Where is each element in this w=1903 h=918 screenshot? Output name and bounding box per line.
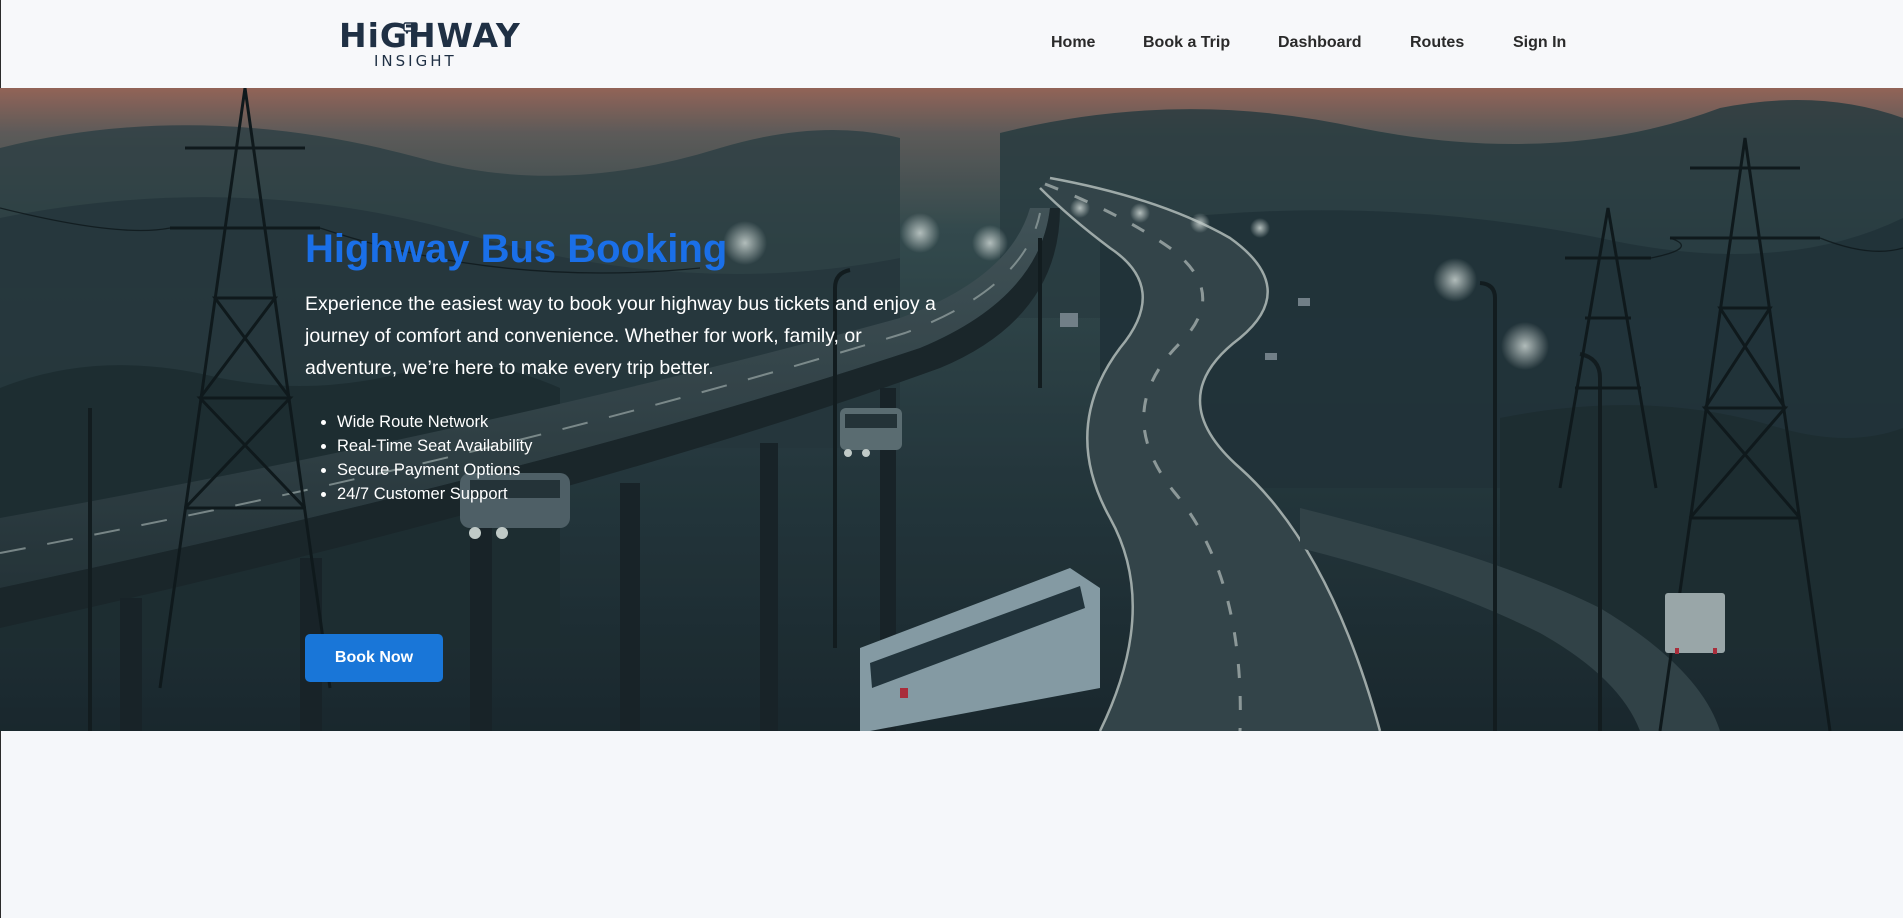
book-now-button[interactable]: Book Now — [305, 634, 443, 682]
nav-sign-in[interactable]: Sign In — [1513, 33, 1566, 53]
nav-book-a-trip[interactable]: Book a Trip — [1143, 33, 1230, 53]
feature-list: Wide Route Network Real-Time Seat Availa… — [305, 410, 955, 506]
logo-wordmark: HiGHWAY — [339, 16, 521, 55]
logo[interactable]: HiGHWAY INSIGHT — [339, 18, 520, 72]
page: HiGHWAY INSIGHT Home Book a Trip Dashboa… — [0, 0, 1903, 918]
hero-section: Highway Bus Booking Experience the easie… — [0, 88, 1903, 731]
feature-item: Secure Payment Options — [337, 458, 955, 482]
nav-routes[interactable]: Routes — [1410, 33, 1464, 53]
hero-title: Highway Bus Booking — [305, 227, 728, 271]
hero-content: Highway Bus Booking Experience the easie… — [305, 226, 955, 682]
hero-description: Experience the easiest way to book your … — [305, 293, 936, 379]
nav-dashboard[interactable]: Dashboard — [1278, 33, 1362, 53]
content-area — [0, 731, 1903, 918]
bus-logo-icon — [403, 22, 418, 34]
feature-item: Wide Route Network — [337, 410, 955, 434]
feature-item: Real-Time Seat Availability — [337, 434, 955, 458]
feature-item: 24/7 Customer Support — [337, 482, 955, 506]
site-header: HiGHWAY INSIGHT Home Book a Trip Dashboa… — [0, 0, 1903, 88]
nav-home[interactable]: Home — [1051, 33, 1095, 53]
logo-subtitle: INSIGHT — [374, 52, 457, 70]
